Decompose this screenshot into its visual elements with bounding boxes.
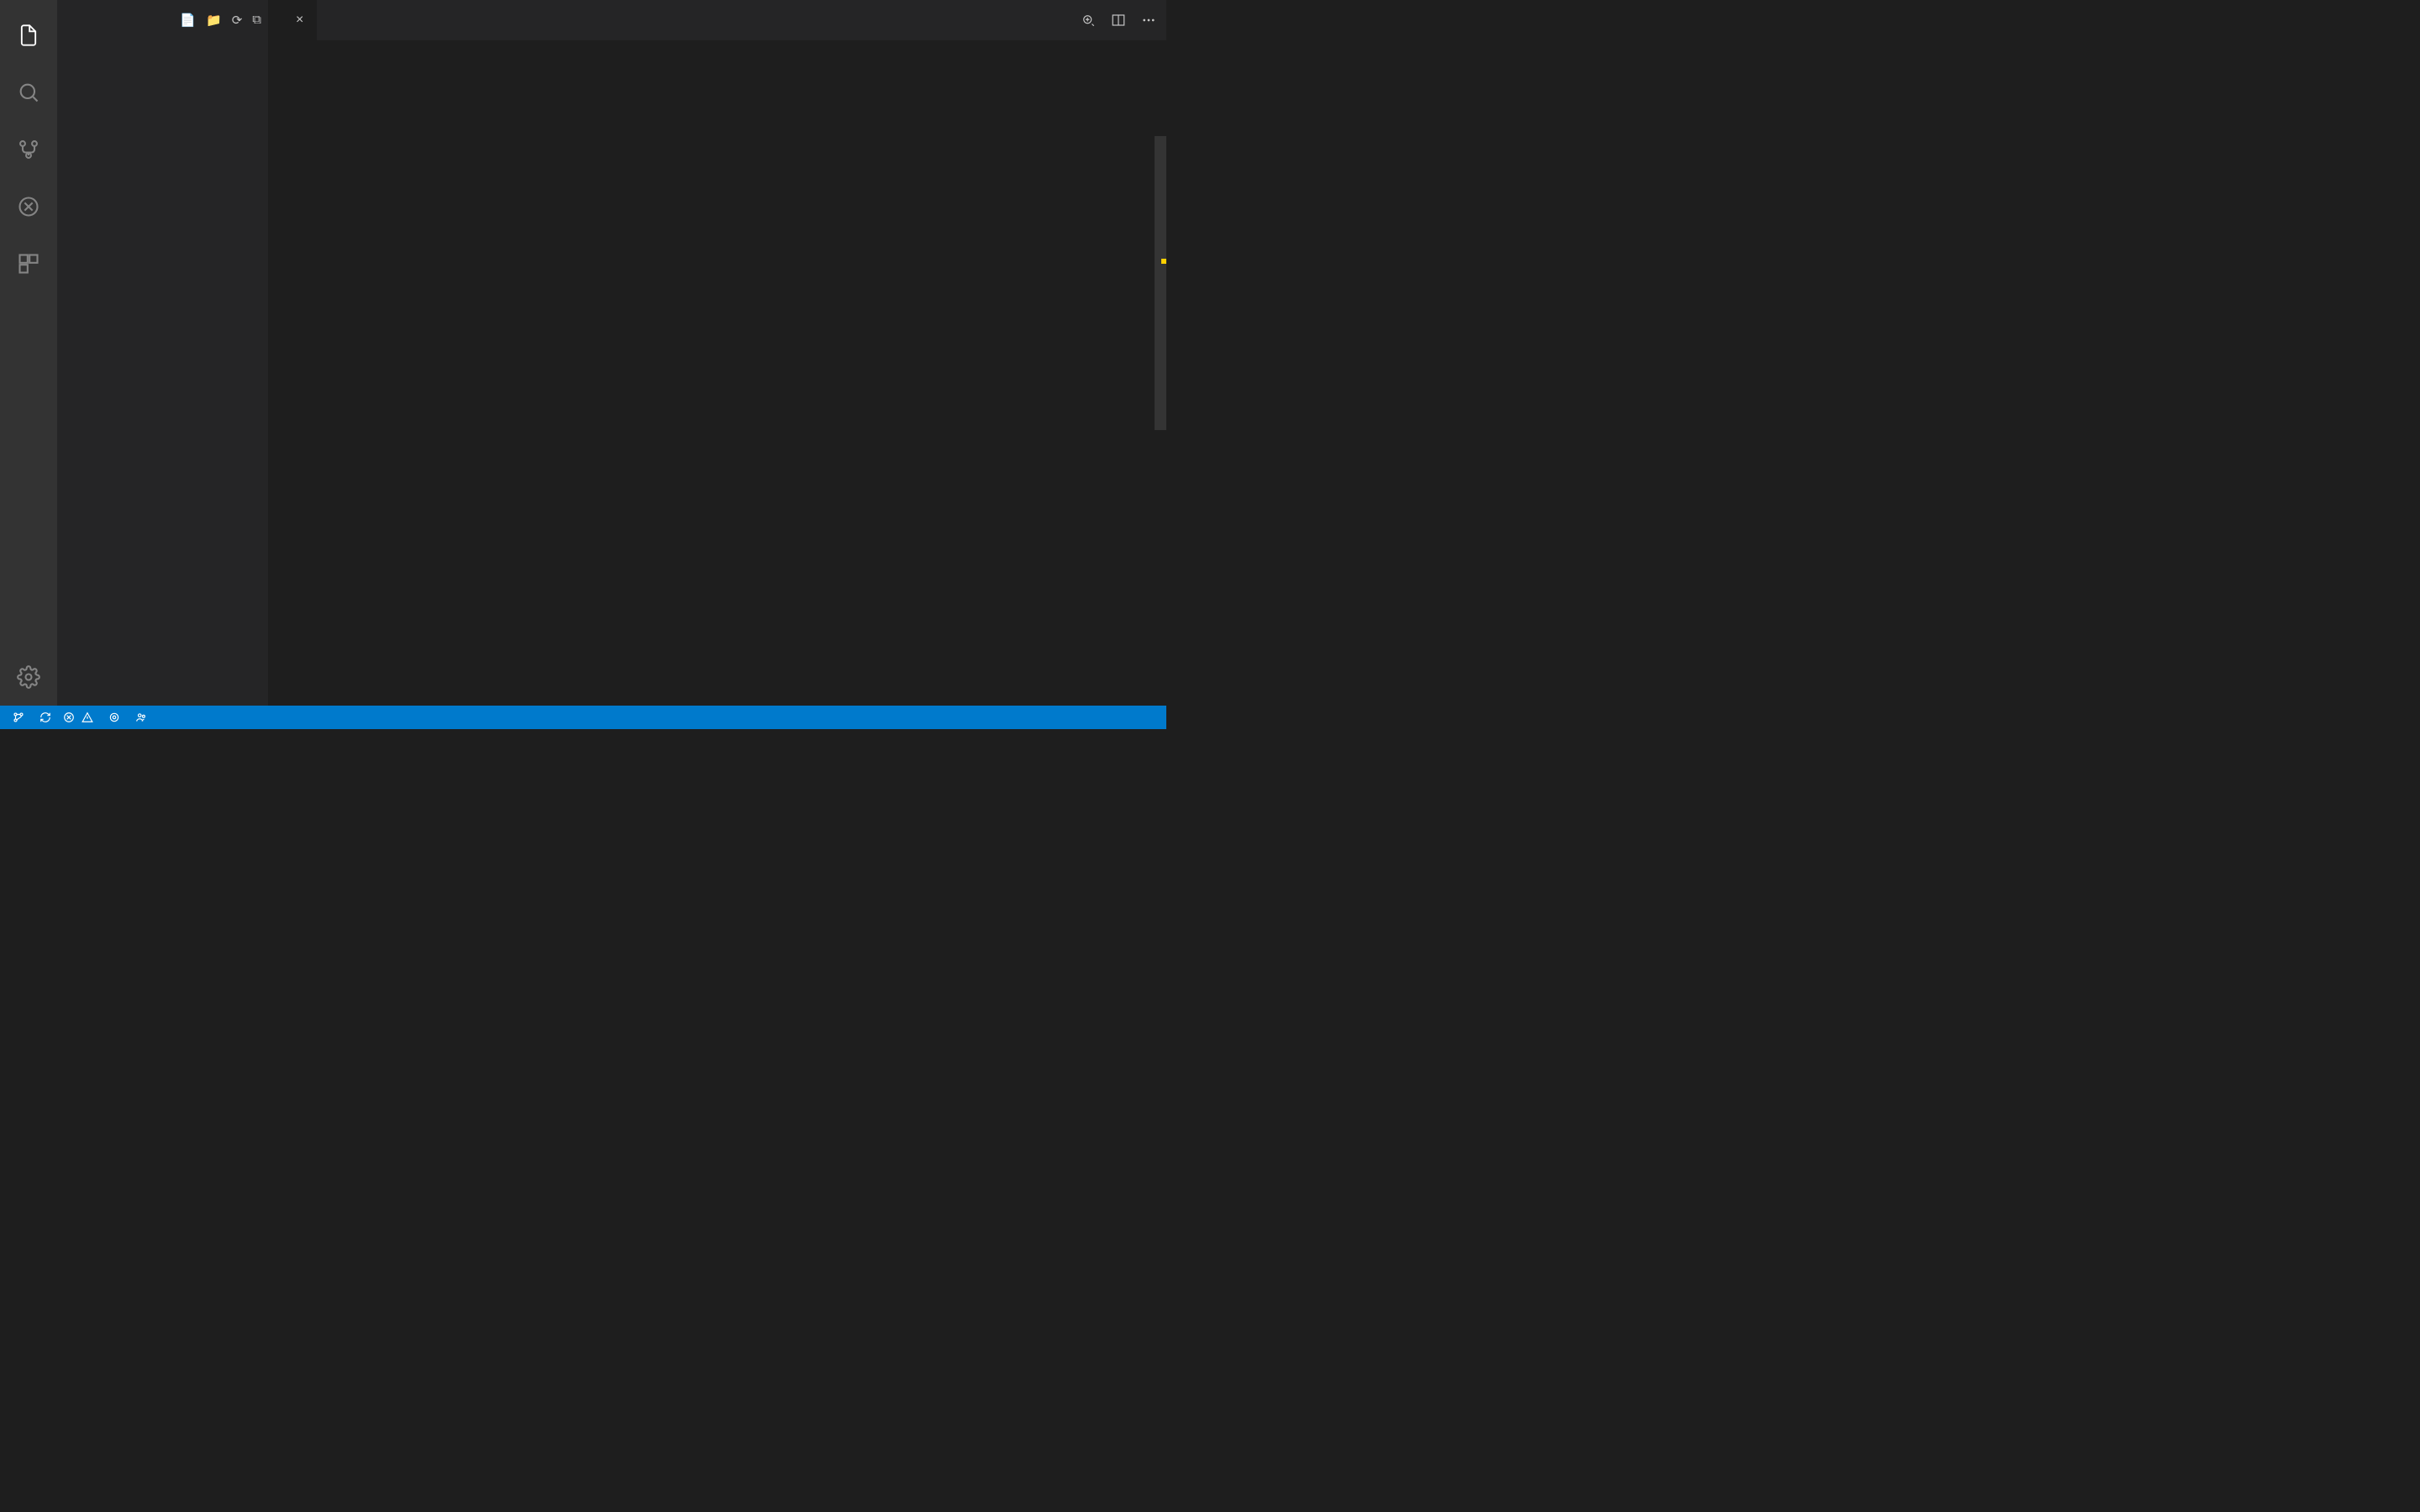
git-branch-status[interactable] bbox=[7, 711, 34, 723]
explorer-sidebar: 📄 📁 ⟳ ⧉ bbox=[57, 0, 269, 706]
new-file-icon[interactable]: 📄 bbox=[180, 13, 196, 28]
extensions-activity[interactable] bbox=[0, 235, 57, 292]
liveshare-status[interactable] bbox=[103, 711, 129, 723]
file-tree bbox=[57, 40, 268, 706]
source-control-activity[interactable] bbox=[0, 121, 57, 178]
editor-area: × bbox=[269, 0, 1166, 706]
status-bar bbox=[0, 706, 1166, 729]
compare-changes-icon[interactable] bbox=[1081, 13, 1096, 28]
collapse-icon[interactable]: ⧉ bbox=[252, 13, 261, 28]
refresh-icon[interactable]: ⟳ bbox=[232, 13, 243, 28]
settings-activity[interactable] bbox=[0, 648, 57, 706]
search-activity[interactable] bbox=[0, 64, 57, 121]
tabs-bar: × bbox=[269, 0, 1166, 40]
code-editor[interactable] bbox=[269, 40, 1166, 706]
close-icon[interactable]: × bbox=[292, 13, 307, 28]
activity-bar bbox=[0, 0, 57, 706]
sync-status[interactable] bbox=[34, 711, 57, 723]
liveshare-participants[interactable] bbox=[129, 711, 156, 723]
new-folder-icon[interactable]: 📁 bbox=[206, 13, 222, 28]
sidebar-header: 📄 📁 ⟳ ⧉ bbox=[57, 0, 268, 40]
debug-activity[interactable] bbox=[0, 178, 57, 235]
problems-status[interactable] bbox=[57, 711, 103, 723]
more-actions-icon[interactable] bbox=[1141, 13, 1156, 28]
tab-appjs[interactable]: × bbox=[269, 0, 317, 40]
split-editor-icon[interactable] bbox=[1111, 13, 1126, 28]
minimap-scrollbar[interactable] bbox=[1155, 40, 1166, 706]
explorer-activity[interactable] bbox=[0, 7, 57, 64]
